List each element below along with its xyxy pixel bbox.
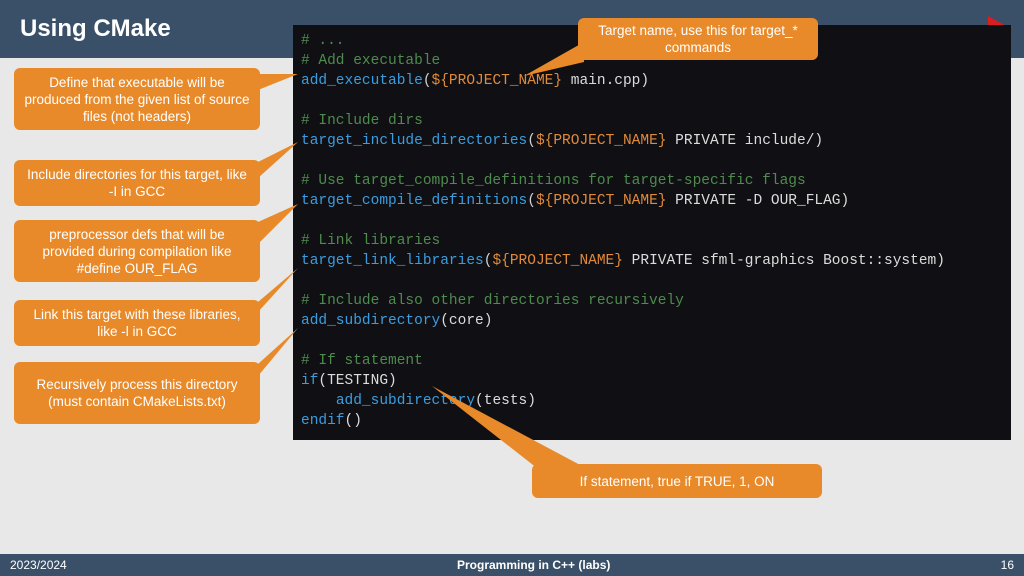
code-comment: # Include also other directories recursi…	[301, 293, 684, 309]
code-var: ${PROJECT_NAME}	[492, 253, 623, 269]
code-comment: # Add executable	[301, 53, 440, 69]
code-fn: add_executable	[301, 73, 423, 89]
code-indent	[301, 393, 336, 409]
callout-pointer	[258, 268, 298, 312]
footer: 2023/2024 Programming in C++ (labs) 16	[0, 554, 1024, 576]
callout-recurse-dir: Recursively process this directory (must…	[14, 362, 260, 424]
callout-text: preprocessor defs that will be provided …	[24, 226, 250, 277]
code-arg: ()	[345, 413, 362, 429]
code-comment: # Use target_compile_definitions for tar…	[301, 173, 806, 189]
code-panel: # ... # Add executable add_executable(${…	[293, 25, 1011, 440]
callout-text: Target name, use this for target_* comma…	[588, 22, 808, 56]
page-title: Using CMake	[20, 15, 171, 43]
callout-pointer	[258, 142, 298, 178]
code-arg: (core)	[440, 313, 492, 329]
code-fn: target_include_directories	[301, 133, 527, 149]
code-fn: target_link_libraries	[301, 253, 484, 269]
callout-text: Recursively process this directory (must…	[24, 376, 250, 410]
callout-pointer	[258, 204, 298, 244]
callout-preproc-defs: preprocessor defs that will be provided …	[14, 220, 260, 282]
code-comment: # If statement	[301, 353, 423, 369]
footer-year: 2023/2024	[10, 558, 67, 572]
callout-pointer	[258, 328, 298, 376]
callout-define-exe: Define that executable will be produced …	[14, 68, 260, 130]
code-fn: add_subdirectory	[301, 313, 440, 329]
callout-text: Include directories for this target, lik…	[24, 166, 250, 200]
footer-course: Programming in C++ (labs)	[457, 558, 610, 572]
callout-text: Link this target with these libraries, l…	[24, 306, 250, 340]
code-var: ${PROJECT_NAME}	[536, 133, 667, 149]
callout-include-dirs: Include directories for this target, lik…	[14, 160, 260, 206]
callout-pointer	[524, 42, 584, 76]
code-comment: # Link libraries	[301, 233, 440, 249]
callout-text: Define that executable will be produced …	[24, 74, 250, 125]
code-arg: PRIVATE include/)	[666, 133, 823, 149]
callout-target-name: Target name, use this for target_* comma…	[578, 18, 818, 60]
code-var: ${PROJECT_NAME}	[536, 193, 667, 209]
code-fn: target_compile_definitions	[301, 193, 527, 209]
callout-pointer	[432, 386, 582, 472]
code-comment: # Include dirs	[301, 113, 423, 129]
code-fn: if	[301, 373, 318, 389]
code-arg: (TESTING)	[318, 373, 396, 389]
footer-page: 16	[1001, 558, 1014, 572]
callout-text: If statement, true if TRUE, 1, ON	[580, 473, 775, 490]
code-arg: PRIVATE -D OUR_FLAG)	[666, 193, 849, 209]
code-arg: PRIVATE sfml-graphics Boost::system)	[623, 253, 945, 269]
callout-pointer	[258, 68, 298, 94]
code-comment: # ...	[301, 33, 345, 49]
code-fn: endif	[301, 413, 345, 429]
callout-link-libs: Link this target with these libraries, l…	[14, 300, 260, 346]
